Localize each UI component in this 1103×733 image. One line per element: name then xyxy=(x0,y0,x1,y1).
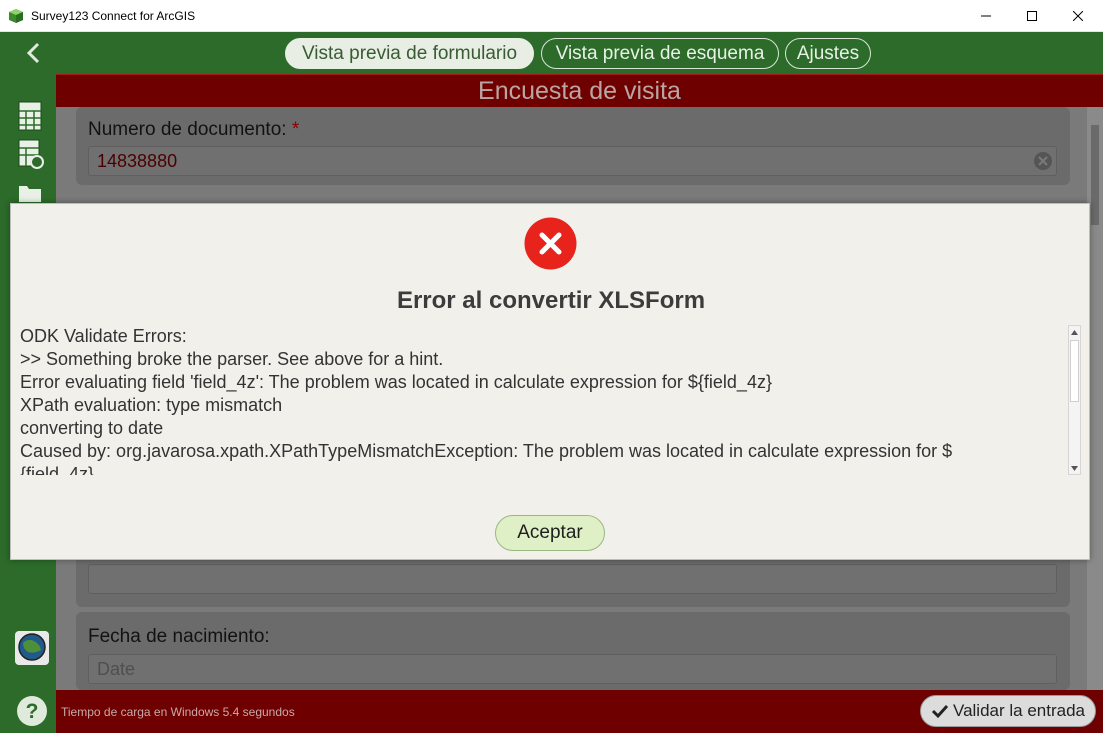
message-scrollbar[interactable] xyxy=(1068,325,1081,475)
scroll-up-arrow-glyph xyxy=(1071,329,1078,335)
document-number-value: 14838880 xyxy=(97,150,178,171)
window-title: Survey123 Connect for ArcGIS xyxy=(31,9,196,23)
back-arrow-icon[interactable] xyxy=(24,42,42,64)
hidden-field-input[interactable] xyxy=(88,564,1057,594)
error-dialog: Error al convertir XLSForm ODK Validate … xyxy=(10,203,1090,560)
birthdate-input[interactable]: Date xyxy=(88,654,1057,684)
error-message-box: ODK Validate Errors: >> Something broke … xyxy=(20,325,1068,475)
load-time-status: Tiempo de carga en Windows 5.4 segundos xyxy=(61,705,295,719)
close-button[interactable] xyxy=(1055,0,1101,32)
maximize-icon xyxy=(1027,11,1037,21)
folder-icon[interactable] xyxy=(16,182,44,202)
error-line: ODK Validate Errors: xyxy=(20,326,187,346)
globe-logo-icon[interactable] xyxy=(14,630,50,666)
field-label-document-text: Numero de documento: xyxy=(88,119,287,140)
document-number-input[interactable]: 14838880 xyxy=(88,146,1057,176)
accept-button[interactable]: Aceptar xyxy=(495,515,605,551)
validate-entry-label: Validar la entrada xyxy=(953,701,1085,720)
survey-title: Encuesta de visita xyxy=(56,74,1103,107)
form-scrollbar-thumb[interactable] xyxy=(1091,125,1099,225)
validate-entry-button[interactable]: Validar la entrada xyxy=(920,695,1096,727)
message-scrollbar-thumb[interactable] xyxy=(1070,340,1079,402)
scroll-down-arrow-icon[interactable] xyxy=(1069,462,1080,474)
scroll-up-arrow-icon[interactable] xyxy=(1069,326,1080,338)
field-label-birthdate: Fecha de nacimiento: xyxy=(88,626,270,647)
birthdate-placeholder: Date xyxy=(97,658,136,679)
error-line: XPath evaluation: type mismatch xyxy=(20,395,283,415)
clear-input-icon[interactable] xyxy=(1033,151,1053,171)
window-titlebar: Survey123 Connect for ArcGIS xyxy=(0,0,1103,32)
minimize-button[interactable] xyxy=(963,0,1009,32)
tab-form-preview[interactable]: Vista previa de formulario xyxy=(285,38,534,69)
spreadsheet-icon[interactable] xyxy=(16,100,44,132)
minimize-icon xyxy=(981,15,991,17)
scroll-down-arrow-glyph xyxy=(1071,465,1078,471)
error-line: Caused by: org.javarosa.xpath.XPathTypeM… xyxy=(20,441,953,461)
tab-schema-preview[interactable]: Vista previa de esquema xyxy=(541,38,779,69)
error-line: Error evaluating field 'field_4z': The p… xyxy=(20,372,772,392)
svg-text:?: ? xyxy=(26,700,39,723)
tab-settings[interactable]: Ajustes xyxy=(785,38,871,69)
error-line: >> Something broke the parser. See above… xyxy=(20,349,444,369)
status-footer: Tiempo de carga en Windows 5.4 segundos … xyxy=(56,690,1103,733)
preview-header: Vista previa de formulario Vista previa … xyxy=(56,32,1103,74)
field-label-document: Numero de documento: * xyxy=(88,119,299,141)
error-line: {field_4z} xyxy=(20,464,95,475)
close-icon xyxy=(1073,11,1083,21)
spreadsheet-refresh-icon[interactable] xyxy=(16,138,44,170)
error-line: converting to date xyxy=(20,418,164,438)
error-icon xyxy=(524,217,577,270)
required-marker: * xyxy=(291,119,300,140)
checkmark-icon xyxy=(931,704,949,719)
survey123-app-icon xyxy=(9,9,23,23)
help-icon[interactable]: ? xyxy=(16,695,48,727)
dialog-title: Error al convertir XLSForm xyxy=(396,287,706,314)
maximize-button[interactable] xyxy=(1009,0,1055,32)
